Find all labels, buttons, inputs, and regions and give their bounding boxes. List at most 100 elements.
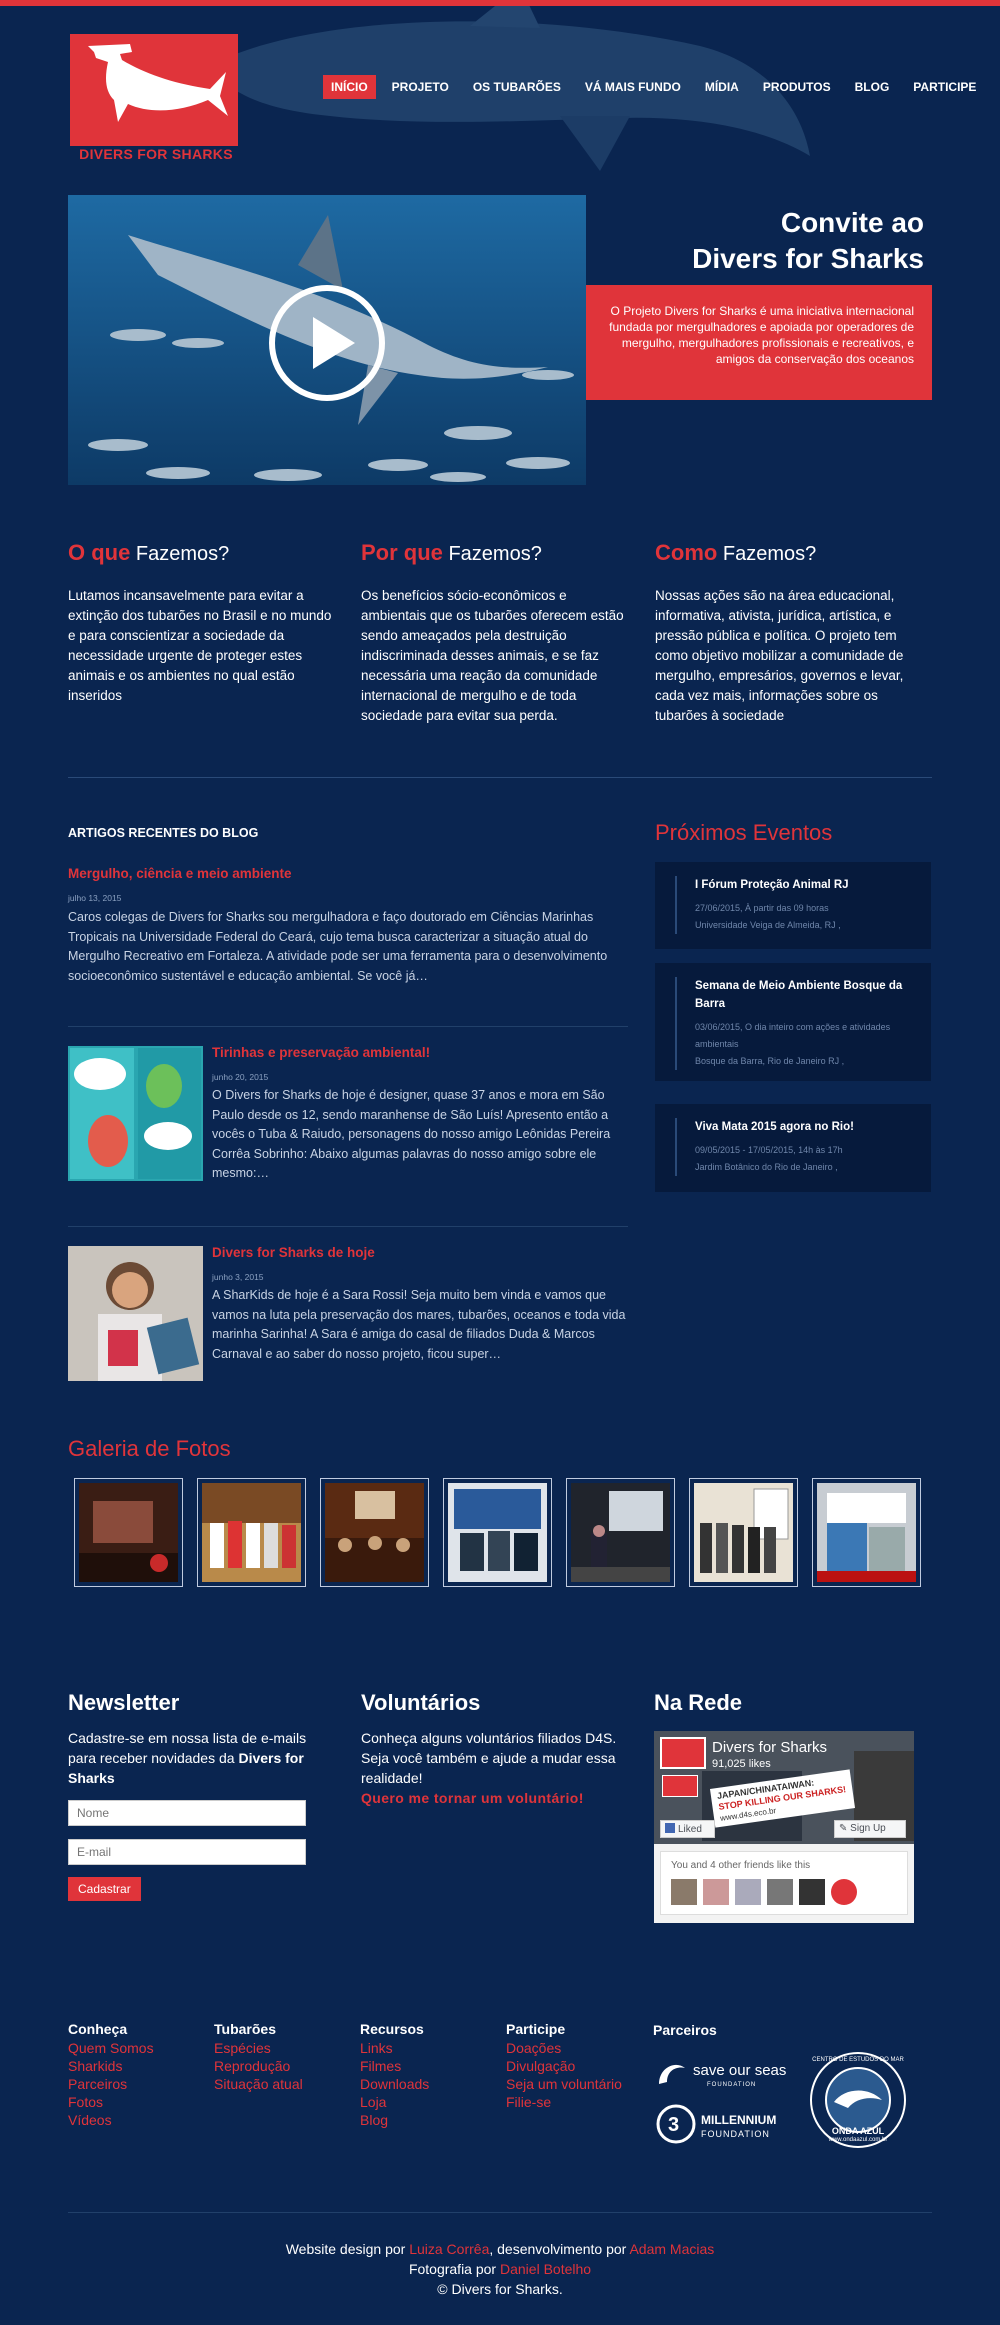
footer-column-heading: Tubarões: [214, 2021, 276, 2037]
nav-produtos[interactable]: PRODUTOS: [755, 75, 839, 99]
column-heading: Por que Fazemos?: [361, 540, 542, 565]
footer-link[interactable]: Parceiros: [68, 2075, 154, 2093]
nav-blog[interactable]: BLOG: [847, 75, 898, 99]
post-date: junho 20, 2015: [212, 1072, 269, 1082]
gallery-photo[interactable]: [443, 1478, 552, 1587]
footer-column-conheca: Conheça Quem Somos Sharkids Parceiros Fo…: [68, 2021, 154, 2129]
post-title-link[interactable]: Tirinhas e preservação ambiental!: [212, 1045, 634, 1060]
gallery-heading: Galeria de Fotos: [68, 1436, 231, 1461]
avatar[interactable]: [703, 1879, 729, 1905]
avatar[interactable]: [671, 1879, 697, 1905]
hero-title-line2: Divers for Sharks: [692, 243, 924, 274]
main-nav: INÍCIO PROJETO OS TUBARÕES VÁ MAIS FUNDO…: [323, 75, 992, 99]
event-title[interactable]: Semana de Meio Ambiente Bosque da Barra: [695, 977, 919, 1013]
post-date: junho 3, 2015: [212, 1272, 264, 1282]
volunteers-text: Conheça alguns voluntários filiados D4S.…: [361, 1730, 617, 1786]
event-title[interactable]: Viva Mata 2015 agora no Rio!: [695, 1118, 919, 1136]
newsletter-email-input[interactable]: [68, 1839, 306, 1865]
footer-link[interactable]: Filmes: [360, 2057, 429, 2075]
nav-participe[interactable]: PARTICIPE: [905, 75, 984, 99]
footer-link[interactable]: Fotos: [68, 2093, 154, 2111]
footer-link[interactable]: Espécies: [214, 2039, 303, 2057]
nav-inicio[interactable]: INÍCIO: [323, 75, 376, 99]
facebook-page-logo[interactable]: [660, 1737, 706, 1769]
site-logo[interactable]: DIVERS FOR SHARKS: [68, 34, 244, 164]
footer-link[interactable]: Sharkids: [68, 2057, 154, 2075]
footer-link[interactable]: Divulgação: [506, 2057, 622, 2075]
footer-link[interactable]: Quem Somos: [68, 2039, 154, 2057]
nav-projeto[interactable]: PROJETO: [384, 75, 457, 99]
facebook-signup-button[interactable]: ✎ Sign Up: [834, 1820, 906, 1838]
event-where: Jardim Botânico do Rio de Janeiro ,: [695, 1162, 838, 1172]
footer-link[interactable]: Loja: [360, 2093, 429, 2111]
gallery-photo[interactable]: [566, 1478, 675, 1587]
event-card[interactable]: I Fórum Proteção Animal RJ 27/06/2015, À…: [655, 862, 931, 949]
hero-video-player[interactable]: [68, 195, 586, 485]
facebook-friends-box: You and 4 other friends like this: [660, 1851, 908, 1915]
newsletter-submit-button[interactable]: Cadastrar: [68, 1877, 141, 1901]
column-text: Os benefícios sócio-econômicos e ambient…: [361, 588, 624, 723]
play-button-icon[interactable]: [269, 285, 385, 401]
developer-link[interactable]: Adam Macias: [629, 2241, 714, 2257]
footer-credits: Website design por Luiza Corrêa, desenvo…: [0, 2239, 1000, 2299]
millennium-logo-icon: 3: [656, 2104, 696, 2144]
partner-save-our-seas[interactable]: save our seas FOUNDATION: [655, 2056, 795, 2094]
post-excerpt: A SharKids de hoje é a Sara Rossi! Seja …: [212, 1288, 626, 1361]
newsletter-name-input[interactable]: [68, 1800, 306, 1826]
column-por-que: Por que Fazemos? Os benefícios sócio-eco…: [361, 540, 631, 726]
footer-link[interactable]: Filie-se: [506, 2093, 622, 2111]
event-card[interactable]: Viva Mata 2015 agora no Rio! 09/05/2015 …: [655, 1104, 931, 1192]
post-title-link[interactable]: Divers for Sharks de hoje: [212, 1245, 634, 1260]
post-title-link[interactable]: Mergulho, ciência e meio ambiente: [68, 866, 633, 881]
hammerhead-logo-icon: [70, 34, 238, 146]
column-heading: O que Fazemos?: [68, 540, 230, 565]
footer-link[interactable]: Seja um voluntário: [506, 2075, 622, 2093]
nav-os-tubaroes[interactable]: OS TUBARÕES: [465, 75, 569, 99]
event-when: 03/06/2015, O dia inteiro com ações e at…: [695, 1022, 891, 1049]
pencil-icon: ✎: [839, 1823, 851, 1834]
save-our-seas-logo-icon: [659, 2064, 685, 2084]
footer-link[interactable]: Links: [360, 2039, 429, 2057]
gallery-photo[interactable]: [197, 1478, 306, 1587]
volunteer-signup-link[interactable]: Quero me tornar um voluntário!: [361, 1790, 621, 1806]
blog-post: Divers for Sharks de hoje junho 3, 2015 …: [212, 1245, 634, 1364]
avatar[interactable]: [799, 1879, 825, 1905]
post-thumbnail-comic[interactable]: [68, 1046, 203, 1181]
event-when: 09/05/2015 - 17/05/2015, 14h às 17h: [695, 1145, 843, 1155]
nav-midia[interactable]: MÍDIA: [697, 75, 747, 99]
nav-va-mais-fundo[interactable]: VÁ MAIS FUNDO: [577, 75, 689, 99]
footer-link[interactable]: Blog: [360, 2111, 429, 2129]
svg-text:3: 3: [668, 2114, 679, 2136]
footer-link[interactable]: Doações: [506, 2039, 622, 2057]
post-thumbnail-girl[interactable]: [68, 1246, 203, 1381]
footer-link[interactable]: Situação atual: [214, 2075, 303, 2093]
column-text: Nossas ações são na área educacional, in…: [655, 588, 904, 723]
event-title[interactable]: I Fórum Proteção Animal RJ: [695, 876, 919, 894]
gallery-photo[interactable]: [689, 1478, 798, 1587]
column-text: Lutamos incansavelmente para evitar a ex…: [68, 588, 332, 703]
gallery-photo[interactable]: [812, 1478, 921, 1587]
designer-link[interactable]: Luiza Corrêa: [409, 2241, 489, 2257]
partner-3rd-millennium[interactable]: 3 MILLENNIUM FOUNDATION: [655, 2103, 795, 2145]
newsletter-heading: Newsletter: [68, 1690, 180, 1715]
event-card[interactable]: Semana de Meio Ambiente Bosque da Barra …: [655, 963, 931, 1081]
gallery-photo[interactable]: [74, 1478, 183, 1587]
footer-link[interactable]: Downloads: [360, 2075, 429, 2093]
facebook-liked-button[interactable]: Liked: [660, 1820, 715, 1838]
volunteers-heading: Voluntários: [361, 1690, 481, 1715]
footer-column-heading: Participe: [506, 2021, 566, 2037]
event-where: Bosque da Barra, Rio de Janeiro RJ ,: [695, 1056, 845, 1066]
photographer-link[interactable]: Daniel Botelho: [500, 2261, 591, 2277]
gallery-photo[interactable]: [320, 1478, 429, 1587]
facebook-page-name[interactable]: Divers for Sharks: [712, 1739, 827, 1756]
blog-post: Tirinhas e preservação ambiental! junho …: [212, 1045, 634, 1184]
partner-onda-azul[interactable]: CENTRO DE ESTUDOS DO MAR ONDA AZUL www.o…: [808, 2050, 908, 2150]
avatar[interactable]: [735, 1879, 761, 1905]
footer-link[interactable]: Reprodução: [214, 2057, 303, 2075]
avatar[interactable]: [767, 1879, 793, 1905]
blog-heading: ARTIGOS RECENTES DO BLOG: [68, 826, 259, 840]
avatar[interactable]: [831, 1879, 857, 1905]
footer-link[interactable]: Vídeos: [68, 2111, 154, 2129]
facebook-like-box: Divers for Sharks 91,025 likes JAPAN/CHI…: [654, 1731, 914, 1923]
footer-column-heading: Conheça: [68, 2021, 128, 2037]
